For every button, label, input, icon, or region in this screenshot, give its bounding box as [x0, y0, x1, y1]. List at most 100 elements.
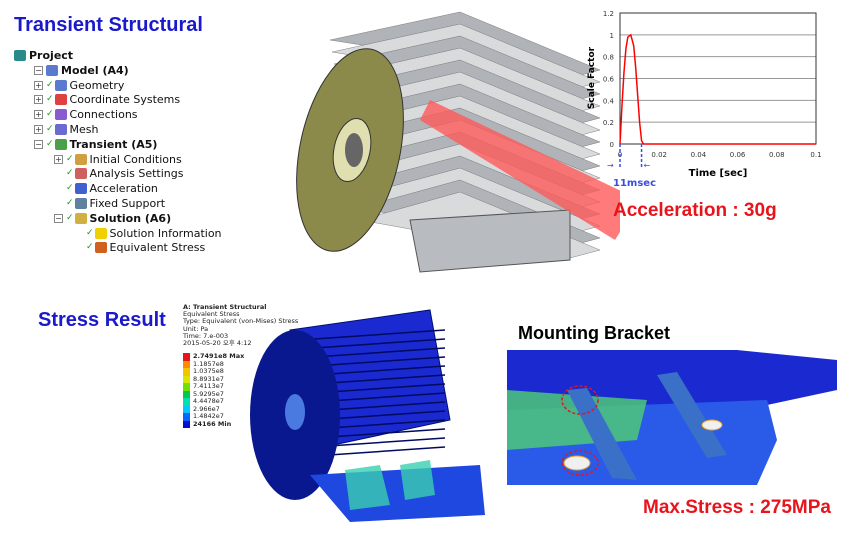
x-tick-label: 0.1: [810, 151, 821, 159]
tree-node[interactable]: + ✓ Mesh: [34, 122, 99, 137]
pulse-arrow-left: →: [607, 161, 614, 170]
y-tick-label: 0.6: [603, 76, 615, 84]
collapse-icon[interactable]: −: [34, 139, 43, 149]
transient-structural-title: Transient Structural: [14, 14, 203, 36]
tree-node-label: Mesh: [69, 123, 99, 136]
y-axis-label: Scale Factor: [587, 46, 597, 109]
tree-node-label: Coordinate Systems: [69, 93, 181, 107]
pulse-arrow-right: ←: [644, 161, 651, 170]
collapse-icon[interactable]: −: [34, 65, 43, 75]
check-icon: ✓: [66, 153, 74, 164]
scale-factor-chart: 00.20.40.60.811.200.020.040.060.080.1Tim…: [587, 10, 822, 179]
stress-result-title: Stress Result: [38, 309, 166, 331]
tree-node-label: Transient (A5): [69, 137, 158, 151]
legend-color-swatch: [183, 420, 190, 429]
acceleration-label: Acceleration : 30g: [613, 200, 777, 221]
y-tick-label: 1: [610, 32, 614, 40]
check-icon: ✓: [46, 94, 54, 105]
shaft-hole: [345, 133, 363, 167]
tree-node[interactable]: + ✓ Initial Conditions: [54, 152, 182, 167]
tree-node[interactable]: − Model (A4): [34, 63, 129, 78]
expand-icon[interactable]: +: [34, 95, 43, 105]
coordinate-systems-icon: [54, 94, 67, 106]
legend-color-swatch: [183, 390, 190, 399]
legend-color-swatch: [183, 405, 190, 414]
motor-base: [409, 209, 571, 273]
legend-level: 24166 Min: [193, 419, 232, 428]
max-stress-label: Max.Stress : 275MPa: [643, 497, 831, 518]
solution-icon: [74, 212, 87, 224]
tree-node[interactable]: + ✓ Geometry: [34, 78, 124, 93]
tree-node-label: Initial Conditions: [89, 152, 182, 166]
result-shaft: [285, 394, 305, 430]
acceleration-icon: [74, 183, 87, 195]
legend-color-swatch: [183, 353, 190, 361]
result-base: [310, 465, 485, 522]
x-tick-label: 0.02: [651, 151, 667, 159]
check-icon: ✓: [66, 198, 74, 208]
tree-node-label: Fixed Support: [89, 197, 166, 210]
y-tick-label: 0.2: [603, 119, 614, 127]
x-tick-label: 0.08: [769, 151, 785, 159]
expand-icon[interactable]: +: [34, 125, 43, 134]
legend-color-swatch: [183, 383, 190, 391]
info-icon: [94, 227, 107, 239]
connections-icon: [54, 109, 67, 121]
tree-node-label: Project: [29, 49, 74, 62]
tree-node-label: Connections: [69, 108, 138, 122]
x-tick-label: 0.06: [730, 151, 746, 159]
check-icon: ✓: [66, 212, 74, 223]
check-icon: ✓: [86, 227, 94, 238]
tree-node[interactable]: ✓ Acceleration: [54, 181, 158, 196]
check-icon: ✓: [86, 242, 94, 253]
tree-node-label: Acceleration: [89, 182, 158, 196]
y-tick-label: 0.8: [603, 54, 614, 62]
bolt-hole: [563, 455, 591, 471]
stress-result-image: [250, 309, 485, 522]
tree-node[interactable]: Project: [14, 48, 73, 63]
bracket-closeup-image: [507, 350, 837, 490]
tree-node-label: Equivalent Stress: [109, 241, 206, 255]
initial-conditions-icon: [74, 153, 87, 165]
tree-node[interactable]: − ✓ Solution (A6): [54, 211, 171, 226]
mesh-icon: [54, 124, 67, 135]
tree-node[interactable]: ✓ Solution Information: [74, 226, 222, 241]
collapse-icon[interactable]: −: [54, 213, 63, 223]
tree-node[interactable]: + ✓ Connections: [34, 107, 138, 122]
expand-icon[interactable]: +: [54, 154, 63, 164]
pulse-duration-label: 11msec: [613, 178, 656, 189]
bolt-hole: [701, 419, 723, 431]
check-icon: ✓: [46, 109, 54, 120]
expand-icon[interactable]: +: [34, 80, 43, 90]
check-icon: ✓: [66, 183, 74, 194]
tree-node[interactable]: ✓ Analysis Settings: [54, 166, 183, 181]
mounting-bracket-title: Mounting Bracket: [518, 323, 671, 343]
check-icon: ✓: [46, 138, 54, 149]
project-icon: [14, 50, 26, 61]
check-icon: ✓: [46, 79, 54, 90]
analysis-settings-icon: [74, 168, 87, 180]
scale-factor-line: [619, 33, 816, 145]
legend-color-swatch: [183, 375, 190, 384]
geometry-icon: [54, 79, 67, 91]
legend-color-swatch: [183, 398, 190, 406]
tree-node-label: Model (A4): [61, 63, 129, 77]
tree-node[interactable]: − ✓ Transient (A5): [34, 137, 157, 152]
tree-node-label: Solution Information: [109, 226, 222, 240]
fixed-support-icon: [74, 198, 87, 209]
tree-node[interactable]: ✓ Equivalent Stress: [74, 240, 205, 255]
tree-node[interactable]: ✓ Fixed Support: [54, 196, 165, 211]
tree-node[interactable]: + ✓ Coordinate Systems: [34, 92, 180, 107]
transient-icon: [54, 138, 67, 150]
legend-color-swatch: [183, 360, 190, 369]
expand-icon[interactable]: +: [34, 110, 43, 120]
y-tick-label: 0.4: [603, 97, 615, 105]
stress-region: [400, 460, 435, 500]
legend-color-swatch: [183, 413, 190, 421]
motor-model-image: [296, 11, 620, 273]
x-axis-label: Time [sec]: [689, 168, 748, 179]
tree-node-label: Analysis Settings: [89, 167, 184, 181]
y-tick-label: 1.2: [603, 10, 614, 18]
x-tick-label: 0.04: [691, 151, 707, 159]
stress-icon: [94, 242, 107, 254]
